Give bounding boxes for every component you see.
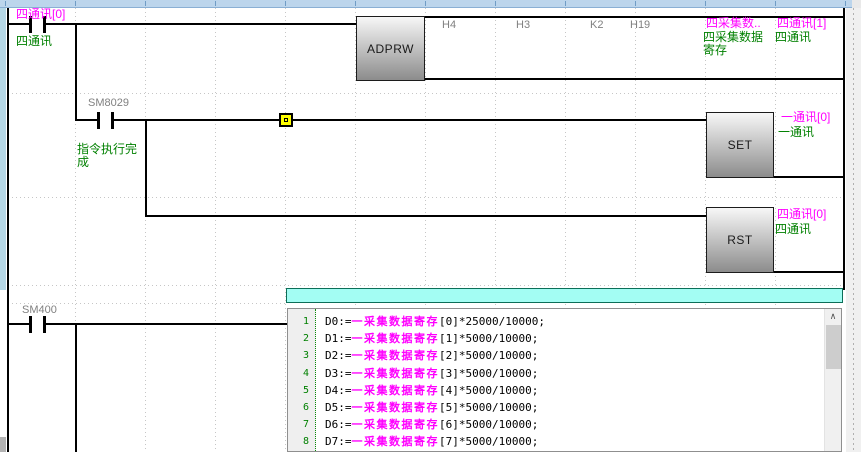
script-statement: D3:=一采集数据寄存[3]*5000/10000;	[325, 365, 538, 382]
script-line[interactable]: 3 D2:=一采集数据寄存[2]*5000/10000;	[288, 347, 841, 364]
row-separator	[8, 197, 843, 198]
script-line[interactable]: 4 D3:=一采集数据寄存[3]*5000/10000;	[288, 365, 841, 382]
rung-wire	[46, 323, 287, 325]
adprw-param-3[interactable]: K2	[590, 19, 603, 31]
rung-wire	[9, 23, 29, 25]
sm8029-comment: 指令执行完 成	[77, 143, 137, 169]
step-number: 0	[0, 366, 5, 379]
line-number: 8	[288, 433, 309, 450]
contact-bar	[111, 112, 114, 129]
set-operand-label[interactable]: 一通讯[0]	[781, 111, 830, 124]
script-line[interactable]: 8 D7:=一采集数据寄存[7]*5000/10000;	[288, 433, 841, 450]
rst-instruction-box[interactable]: RST	[706, 207, 774, 273]
rung-wire	[75, 119, 97, 121]
grid-ruler	[0, 0, 852, 8]
right-power-rail	[843, 8, 845, 290]
line-number: 1	[288, 313, 309, 330]
inline-st-header-bar[interactable]	[286, 288, 843, 303]
step-number: 0	[0, 38, 5, 51]
line-number: 5	[288, 382, 309, 399]
instruction-out-line	[774, 176, 844, 178]
instruction-out-line	[774, 271, 844, 273]
line-number: 3	[288, 347, 309, 364]
adprw-param-4[interactable]: H19	[630, 19, 650, 31]
adprw-param-1[interactable]: H4	[442, 19, 456, 31]
st-script-editor[interactable]: 1 D0:=一采集数据寄存[0]*25000/10000; 2 D1:=一采集数…	[287, 308, 842, 452]
rst-operand-comment: 四通讯	[775, 223, 811, 236]
script-line[interactable]: 1 D0:=一采集数据寄存[0]*25000/10000;	[288, 313, 841, 330]
grid-column-line	[145, 8, 146, 452]
branch-wire	[145, 119, 147, 217]
script-statement: D7:=一采集数据寄存[7]*5000/10000;	[325, 433, 538, 450]
row-separator	[8, 285, 843, 286]
chevron-up-icon: ∧	[830, 311, 837, 322]
left-power-rail	[7, 8, 9, 452]
script-statement: D5:=一采集数据寄存[5]*5000/10000;	[325, 399, 538, 416]
adprw-complete-flag-label[interactable]: 四通讯[1]	[777, 17, 826, 30]
adprw-complete-flag-comment: 四通讯	[775, 31, 811, 44]
scroll-up-button[interactable]: ∧	[825, 309, 841, 324]
sm8029-label[interactable]: SM8029	[88, 97, 129, 109]
ruler-tick	[635, 1, 636, 6]
sm400-label[interactable]: SM400	[22, 304, 57, 316]
ruler-tick	[355, 1, 356, 6]
ruler-tick	[5, 1, 6, 6]
line-number: 6	[288, 399, 309, 416]
script-statement: D4:=一采集数据寄存[4]*5000/10000;	[325, 382, 538, 399]
ruler-tick	[75, 1, 76, 6]
row-separator	[8, 93, 843, 94]
ladder-editor: 0 0 四通讯[0] 四通讯 ADPRW H4 H3 K2 H19 四采集数..…	[0, 0, 861, 452]
rung-wire	[46, 23, 356, 25]
script-scrollbar[interactable]: ∧	[824, 309, 841, 451]
ruler-tick	[775, 1, 776, 6]
ruler-corner	[852, 0, 861, 8]
script-statement: D0:=一采集数据寄存[0]*25000/10000;	[325, 313, 545, 330]
set-operand-comment: 一通讯	[778, 126, 814, 139]
contact-bar	[43, 316, 46, 333]
script-line[interactable]: 5 D4:=一采集数据寄存[4]*5000/10000;	[288, 382, 841, 399]
rst-operand-label[interactable]: 四通讯[0]	[777, 208, 826, 221]
adprw-dest-register-comment: 四采集数据 寄存	[703, 31, 763, 57]
grid-column-line	[285, 8, 286, 452]
script-statement: D2:=一采集数据寄存[2]*5000/10000;	[325, 347, 538, 364]
branch-wire	[75, 323, 77, 452]
script-line[interactable]: 7 D6:=一采集数据寄存[6]*5000/10000;	[288, 416, 841, 433]
ruler-tick	[145, 1, 146, 6]
grid-column-line	[215, 8, 216, 452]
ruler-tick	[705, 1, 706, 6]
set-instruction-box[interactable]: SET	[706, 112, 774, 178]
ruler-tick	[565, 1, 566, 6]
contact-bar	[97, 112, 100, 129]
script-statement: D1:=一采集数据寄存[1]*5000/10000;	[325, 330, 538, 347]
script-line[interactable]: 2 D1:=一采集数据寄存[1]*5000/10000;	[288, 330, 841, 347]
adprw-param-2[interactable]: H3	[516, 19, 530, 31]
rung1-contact-comment: 四通讯	[16, 35, 52, 48]
rung-wire	[114, 119, 706, 121]
ruler-tick	[285, 1, 286, 6]
ruler-tick	[425, 1, 426, 6]
instruction-bottom-line	[425, 78, 844, 80]
line-number: 2	[288, 330, 309, 347]
adprw-dest-register-label[interactable]: 四采集数..	[706, 17, 761, 30]
ruler-tick	[215, 1, 216, 6]
edit-cursor-marker	[279, 113, 293, 127]
adprw-instruction-box[interactable]: ADPRW	[356, 16, 425, 81]
ruler-tick	[495, 1, 496, 6]
scrollbar-thumb[interactable]	[826, 325, 841, 369]
pane-edge-line	[853, 8, 854, 452]
ruler-tick	[845, 1, 846, 6]
rung-wire	[145, 215, 706, 217]
rung-wire	[9, 323, 29, 325]
branch-wire	[75, 23, 77, 121]
line-number: 4	[288, 365, 309, 382]
rung1-contact-label[interactable]: 四通讯[0]	[16, 8, 65, 21]
next-block-strip	[0, 437, 6, 452]
script-line[interactable]: 6 D5:=一采集数据寄存[5]*5000/10000;	[288, 399, 841, 416]
script-lines: 1 D0:=一采集数据寄存[0]*25000/10000; 2 D1:=一采集数…	[288, 313, 841, 452]
script-statement: D6:=一采集数据寄存[6]*5000/10000;	[325, 416, 538, 433]
line-number: 7	[288, 416, 309, 433]
contact-bar	[29, 316, 32, 333]
